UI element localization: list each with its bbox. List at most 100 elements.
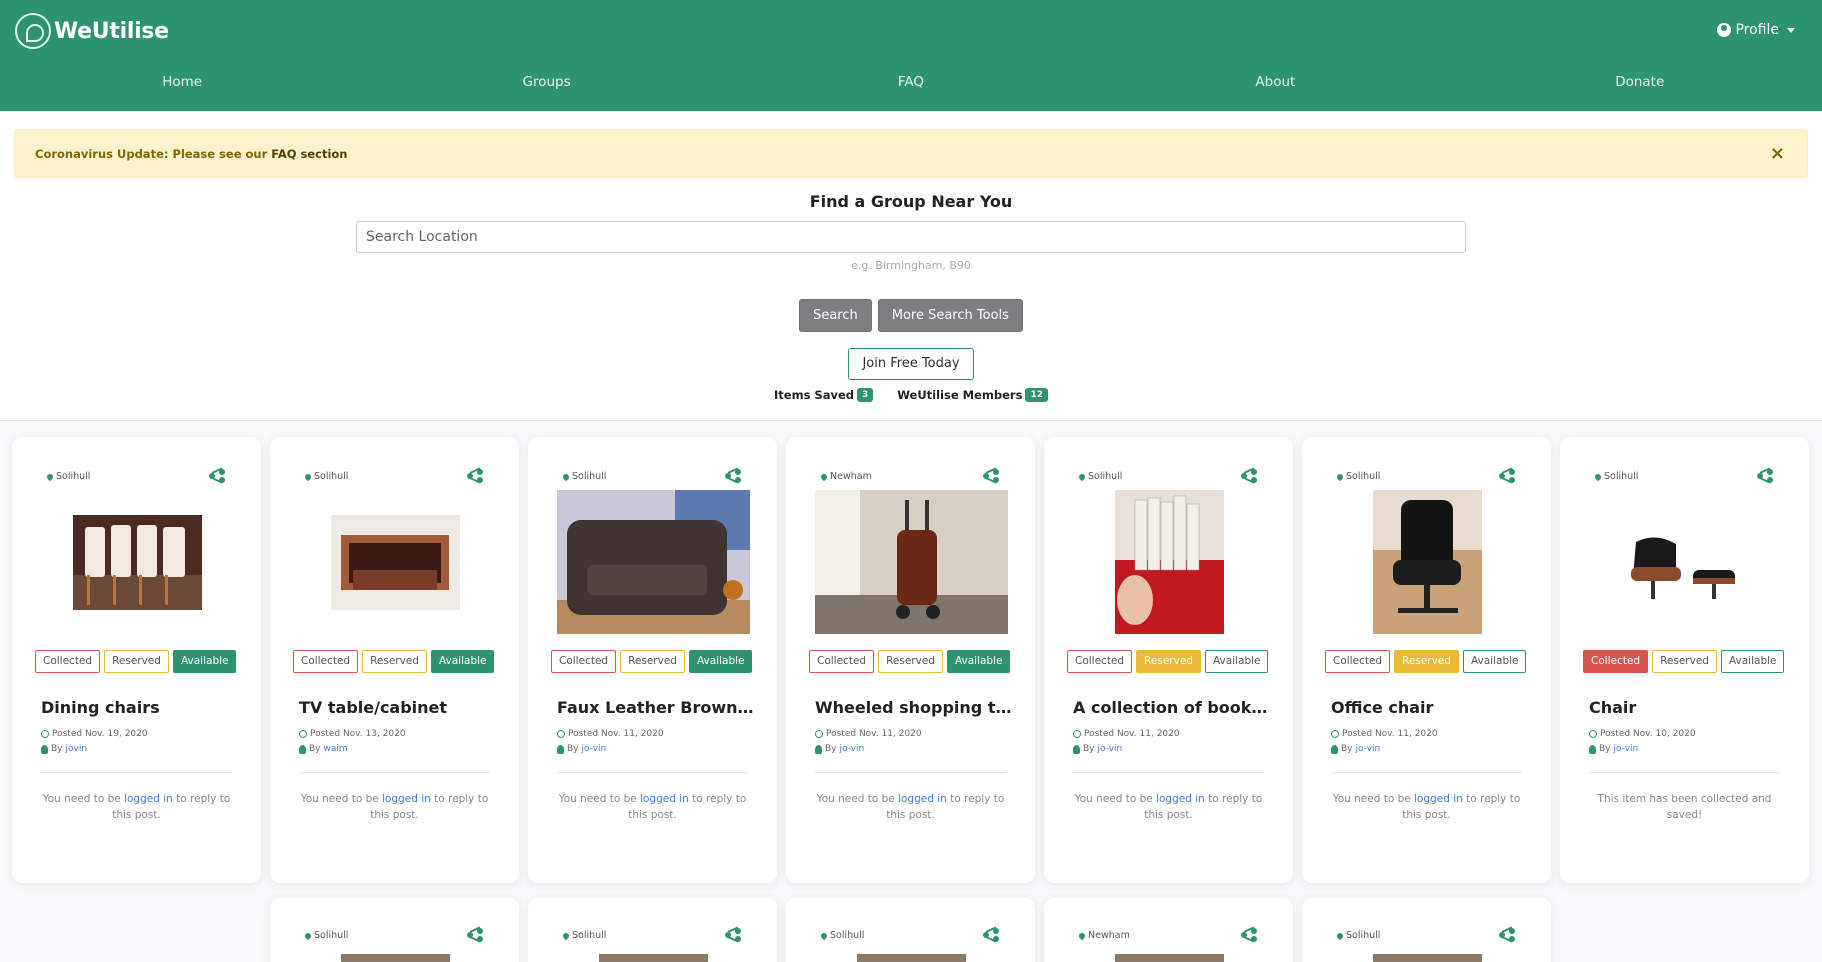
login-link[interactable]: logged in [1414, 793, 1463, 805]
item-title[interactable]: Office chair [1331, 698, 1531, 717]
login-link[interactable]: logged in [1156, 793, 1205, 805]
author-link[interactable]: jovin [66, 744, 88, 754]
share-icon[interactable] [1241, 926, 1257, 943]
status-reserved: Reserved [104, 650, 169, 673]
share-icon[interactable] [467, 926, 483, 943]
find-group-title: Find a Group Near You [809, 192, 1013, 211]
author-link[interactable]: jo-vin [1614, 744, 1639, 754]
item-title[interactable]: Chair [1589, 698, 1789, 717]
listing-card[interactable]: Newham [1044, 898, 1293, 962]
brand-logo-link[interactable]: WeUtilise [15, 13, 169, 49]
map-pin-icon [45, 472, 55, 481]
card-divider [1331, 772, 1522, 773]
share-icon[interactable] [209, 467, 225, 484]
item-title[interactable]: Wheeled shopping tr... [815, 698, 1015, 717]
posted-date: Posted Nov. 19, 2020 [41, 729, 148, 739]
card-location: Newham [1077, 930, 1130, 941]
login-link[interactable]: logged in [382, 793, 431, 805]
card-location: Solihull [45, 471, 90, 482]
item-image[interactable] [341, 954, 450, 962]
share-icon[interactable] [1757, 467, 1773, 484]
items-saved-badge: 3 [857, 388, 874, 402]
status-available: Available [1204, 650, 1269, 673]
item-image[interactable] [1115, 954, 1224, 962]
share-icon[interactable] [467, 467, 483, 484]
author-link[interactable]: jo-vin [582, 744, 607, 754]
share-icon[interactable] [983, 926, 999, 943]
share-icon[interactable] [1241, 467, 1257, 484]
search-location-input[interactable] [356, 221, 1466, 253]
share-icon[interactable] [983, 467, 999, 484]
share-icon[interactable] [725, 926, 741, 943]
share-icon[interactable] [725, 467, 741, 484]
date-text: Posted Nov. 19, 2020 [52, 729, 148, 739]
reply-notice: You need to be logged in to reply to thi… [1069, 791, 1268, 823]
location-label: Solihull [1346, 471, 1381, 482]
location-label: Solihull [314, 471, 349, 482]
alert-close-button[interactable]: × [1770, 143, 1785, 164]
listing-card[interactable]: Newham Collected Reserved Available Whee… [786, 437, 1035, 883]
item-image[interactable] [331, 515, 460, 610]
listing-card[interactable]: Solihull Collected Reserved Available Of… [1302, 437, 1551, 883]
item-image[interactable] [599, 954, 708, 962]
listing-card[interactable]: Solihull [270, 898, 519, 962]
login-link[interactable]: logged in [898, 793, 947, 805]
author-link[interactable]: jo-vin [1356, 744, 1381, 754]
listing-card[interactable]: Solihull Collected Reserved Available Ch… [1560, 437, 1809, 883]
item-image[interactable] [1115, 490, 1224, 634]
item-title[interactable]: Faux Leather Brown 2... [557, 698, 757, 717]
share-icon[interactable] [1499, 926, 1515, 943]
profile-dropdown[interactable]: Profile [1717, 22, 1795, 38]
listing-card[interactable]: Solihull Collected Reserved Available TV… [270, 437, 519, 883]
date-text: Posted Nov. 13, 2020 [310, 729, 406, 739]
listing-card[interactable]: Solihull [528, 898, 777, 962]
status-reserved: Reserved [878, 650, 943, 673]
item-image[interactable] [815, 490, 1008, 634]
listing-card[interactable]: Solihull [1302, 898, 1551, 962]
share-icon[interactable] [1499, 467, 1515, 484]
item-image[interactable] [1621, 532, 1750, 607]
date-text: Posted Nov. 11, 2020 [1342, 729, 1438, 739]
brand-name: WeUtilise [54, 18, 169, 44]
posted-by: By waim [299, 744, 348, 754]
posted-date: Posted Nov. 11, 2020 [1331, 729, 1438, 739]
more-search-tools-button[interactable]: More Search Tools [877, 299, 1023, 332]
author-link[interactable]: jo-vin [840, 744, 865, 754]
map-pin-icon [1335, 931, 1345, 940]
clock-icon [1331, 730, 1339, 738]
user-icon [557, 744, 564, 754]
item-image[interactable] [857, 954, 966, 962]
posted-date: Posted Nov. 11, 2020 [815, 729, 922, 739]
reply-notice: You need to be logged in to reply to thi… [811, 791, 1010, 823]
author-link[interactable]: jo-vin [1098, 744, 1123, 754]
item-title[interactable]: Dining chairs [41, 698, 241, 717]
card-location: Solihull [561, 930, 606, 941]
item-title[interactable]: A collection of books ... [1073, 698, 1273, 717]
listing-card[interactable]: Solihull Collected Reserved Available Di… [12, 437, 261, 883]
listing-card[interactable]: Solihull Collected Reserved Available A … [1044, 437, 1293, 883]
search-button[interactable]: Search [799, 299, 872, 332]
item-image[interactable] [1373, 954, 1482, 962]
login-link[interactable]: logged in [124, 793, 173, 805]
listing-card[interactable]: Solihull [786, 898, 1035, 962]
item-image[interactable] [557, 490, 750, 634]
by-label: By [567, 744, 579, 754]
faq-section-link[interactable]: FAQ section [271, 147, 347, 161]
nav-donate[interactable]: Donate [1458, 74, 1822, 90]
status-badges: Collected Reserved Available [1325, 650, 1527, 673]
location-label: Solihull [572, 471, 607, 482]
item-image[interactable] [1373, 490, 1482, 634]
date-text: Posted Nov. 11, 2020 [568, 729, 664, 739]
status-badges: Collected Reserved Available [293, 650, 495, 673]
item-title[interactable]: TV table/cabinet [299, 698, 499, 717]
author-link[interactable]: waim [324, 744, 348, 754]
item-image[interactable] [73, 515, 202, 610]
card-divider [1589, 772, 1780, 773]
listing-card[interactable]: Solihull Collected Reserved Available Fa… [528, 437, 777, 883]
join-free-button[interactable]: Join Free Today [848, 348, 974, 380]
nav-about[interactable]: About [1093, 74, 1457, 90]
login-link[interactable]: logged in [640, 793, 689, 805]
nav-faq[interactable]: FAQ [729, 74, 1093, 90]
nav-groups[interactable]: Groups [365, 74, 729, 90]
nav-home[interactable]: Home [0, 74, 364, 90]
